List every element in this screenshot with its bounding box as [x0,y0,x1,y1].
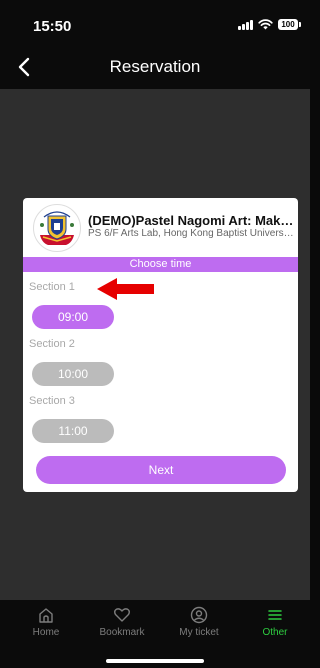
university-logo [33,204,81,252]
top-bar: 15:50 100 Reservation [0,0,310,89]
tab-bookmark-label: Bookmark [99,627,145,638]
time-slot-button-2[interactable]: 10:00 [32,362,114,386]
reservation-screen: 15:50 100 Reservation (DEMO)Pastel Nagom… [0,0,310,668]
wifi-icon [258,19,273,30]
choose-time-banner: Choose time [23,257,298,272]
user-circle-icon [190,606,208,624]
tab-other[interactable]: Other [240,606,310,638]
tab-my-ticket[interactable]: My ticket [164,606,234,638]
event-header: (DEMO)Pastel Nagomi Art: Making... PS 6/… [23,198,298,256]
time-selection-dialog: (DEMO)Pastel Nagomi Art: Making... PS 6/… [23,198,298,492]
tab-bookmark[interactable]: Bookmark [87,606,157,638]
tab-my-ticket-label: My ticket [179,627,219,638]
section-label-3: Section 3 [29,395,75,407]
time-slot-button-3[interactable]: 11:00 [32,419,114,443]
page-title: Reservation [109,57,201,76]
status-time: 15:50 [33,18,72,35]
event-venue: PS 6/F Arts Lab, Hong Kong Baptist Unive… [88,228,294,239]
menu-icon [268,610,282,620]
time-slot-button-1[interactable]: 09:00 [32,305,114,329]
home-indicator [106,659,204,663]
battery-indicator: 100 [278,19,301,30]
heart-icon [114,608,130,622]
bottom-nav: Home Bookmark My ticket Other [0,600,310,668]
event-title: (DEMO)Pastel Nagomi Art: Making... [88,213,294,228]
next-button[interactable]: Next [36,456,286,484]
section-label-2: Section 2 [29,338,75,350]
tab-other-label: Other [262,627,288,638]
tab-home[interactable]: Home [11,606,81,638]
section-label-1: Section 1 [29,281,75,293]
annotation-arrow-icon [97,278,154,300]
home-icon [39,608,53,623]
signal-icon [238,19,253,30]
status-icons: 100 [238,19,301,30]
tab-home-label: Home [32,627,60,638]
